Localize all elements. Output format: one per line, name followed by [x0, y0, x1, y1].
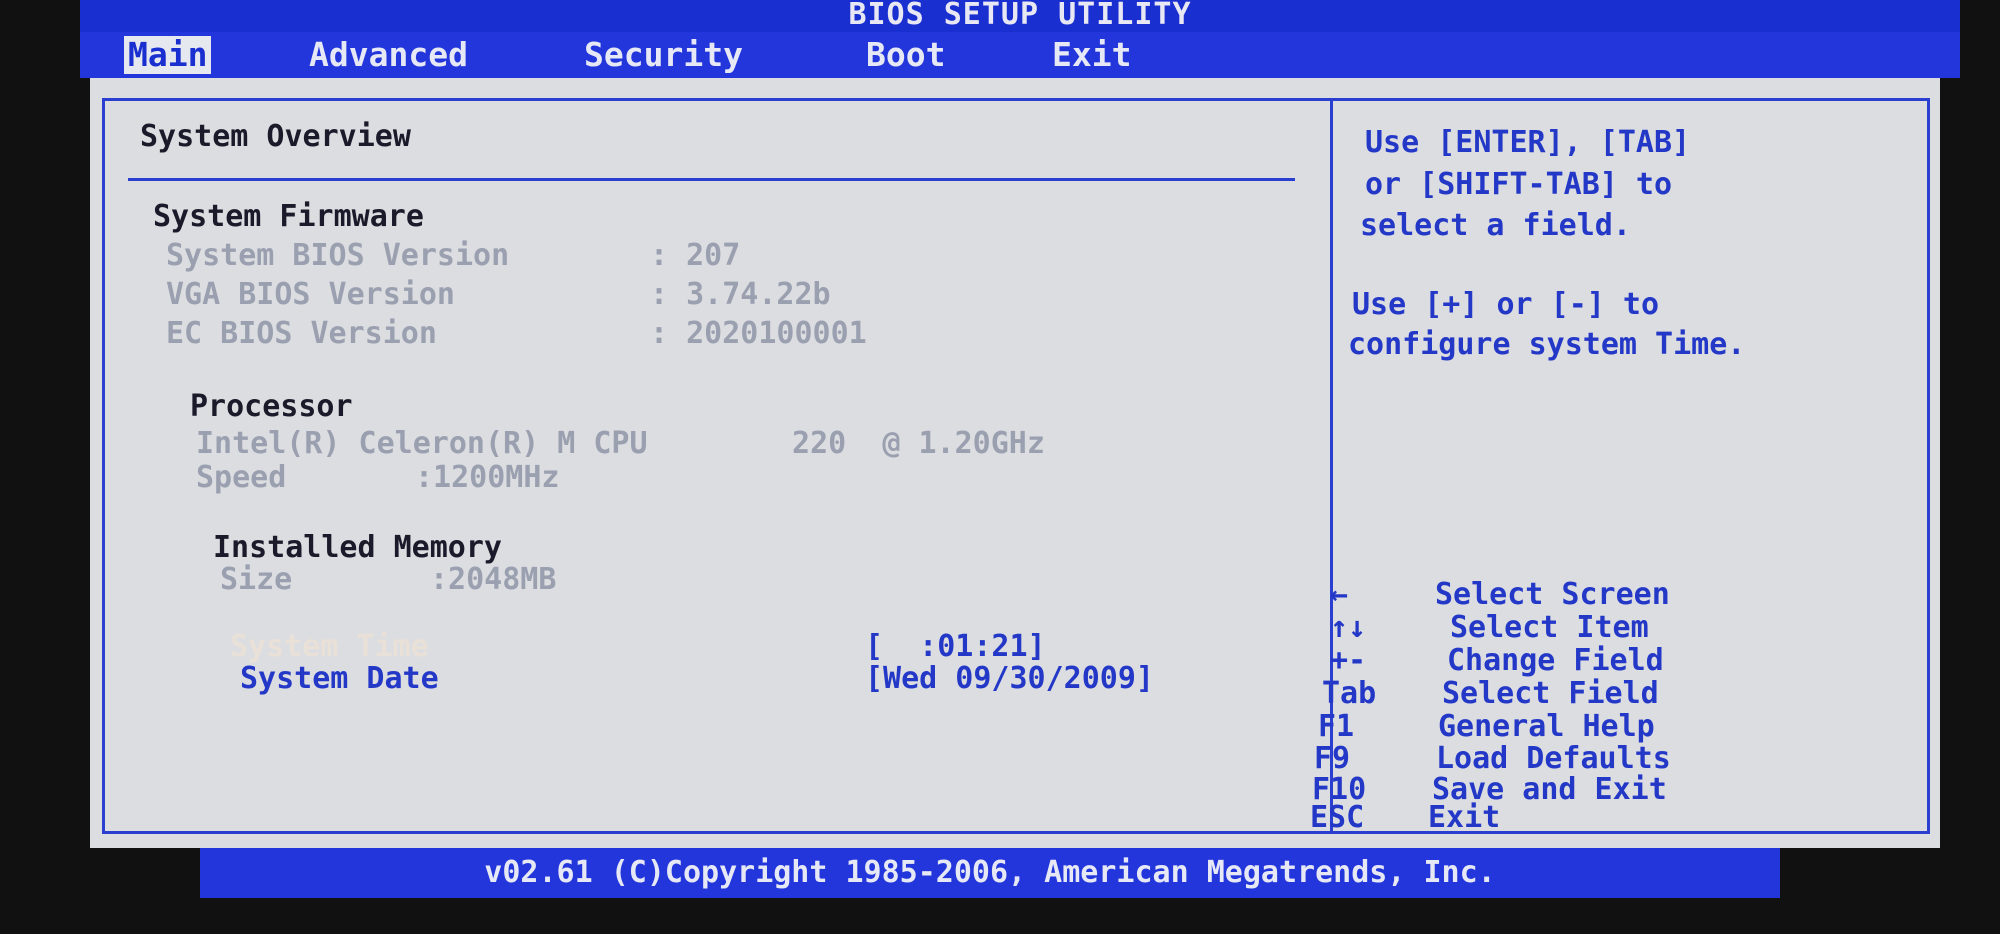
tab-boot[interactable]: Boot	[862, 36, 949, 74]
title-bar: BIOS SETUP UTILITY	[80, 0, 1960, 34]
help-text: select a field.	[1360, 208, 1631, 243]
firmware-heading: System Firmware	[153, 199, 424, 234]
key-plus-minus: +-	[1330, 643, 1367, 678]
section-title: System Overview	[140, 119, 411, 154]
help-text: configure system Time.	[1348, 327, 1746, 362]
key-tab: Tab	[1322, 676, 1377, 711]
key-desc: Exit	[1428, 800, 1501, 835]
processor-name: Intel(R) Celeron(R) M CPU 220 @ 1.20GHz	[196, 426, 1045, 461]
main-panel: System Overview System Firmware System B…	[90, 78, 1940, 848]
tab-main[interactable]: Main	[124, 36, 212, 74]
speed-label: Speed	[196, 460, 287, 495]
memory-size-value: :2048MB	[430, 562, 557, 597]
help-text: Use [ENTER], [TAB]	[1365, 125, 1691, 160]
key-f1: F1	[1318, 709, 1355, 744]
key-desc: Load Defaults	[1436, 741, 1671, 776]
bios-version-value: : 207	[650, 238, 741, 273]
menu-bar: Main Advanced Security Boot Exit	[80, 32, 1960, 78]
ec-bios-version-value: : 2020100001	[650, 316, 867, 351]
bios-version-label: System BIOS Version	[166, 238, 510, 273]
system-date-label[interactable]: System Date	[240, 662, 439, 696]
key-desc: Select Item	[1450, 610, 1649, 645]
system-time-label[interactable]: System Time	[230, 630, 429, 664]
key-left-right: ←	[1330, 577, 1349, 612]
tab-security[interactable]: Security	[580, 36, 747, 74]
vga-bios-version-value: : 3.74.22b	[650, 277, 831, 312]
tab-exit[interactable]: Exit	[1048, 36, 1135, 74]
system-date-value[interactable]: [Wed 09/30/2009]	[865, 662, 1154, 696]
key-desc: Change Field	[1447, 643, 1664, 678]
help-text: Use [+] or [-] to	[1352, 287, 1660, 322]
ec-bios-version-label: EC BIOS Version	[166, 316, 437, 351]
speed-value: :1200MHz	[415, 460, 560, 495]
key-desc: Select Screen	[1435, 577, 1670, 612]
key-desc: General Help	[1438, 709, 1655, 744]
tab-advanced[interactable]: Advanced	[305, 36, 472, 74]
key-esc: ESC	[1310, 800, 1365, 835]
system-time-value[interactable]: [ :01:21]	[865, 630, 1046, 664]
copyright-footer: v02.61 (C)Copyright 1985-2006, American …	[200, 848, 1780, 898]
key-desc: Select Field	[1442, 676, 1659, 711]
memory-heading: Installed Memory	[213, 530, 502, 565]
memory-size-label: Size	[220, 562, 293, 597]
vga-bios-version-label: VGA BIOS Version	[166, 277, 455, 312]
key-up-down: ↑↓	[1330, 610, 1367, 645]
key-f9: F9	[1314, 741, 1351, 776]
divider	[128, 178, 1295, 181]
processor-heading: Processor	[190, 389, 353, 424]
help-text: or [SHIFT-TAB] to	[1365, 167, 1673, 202]
